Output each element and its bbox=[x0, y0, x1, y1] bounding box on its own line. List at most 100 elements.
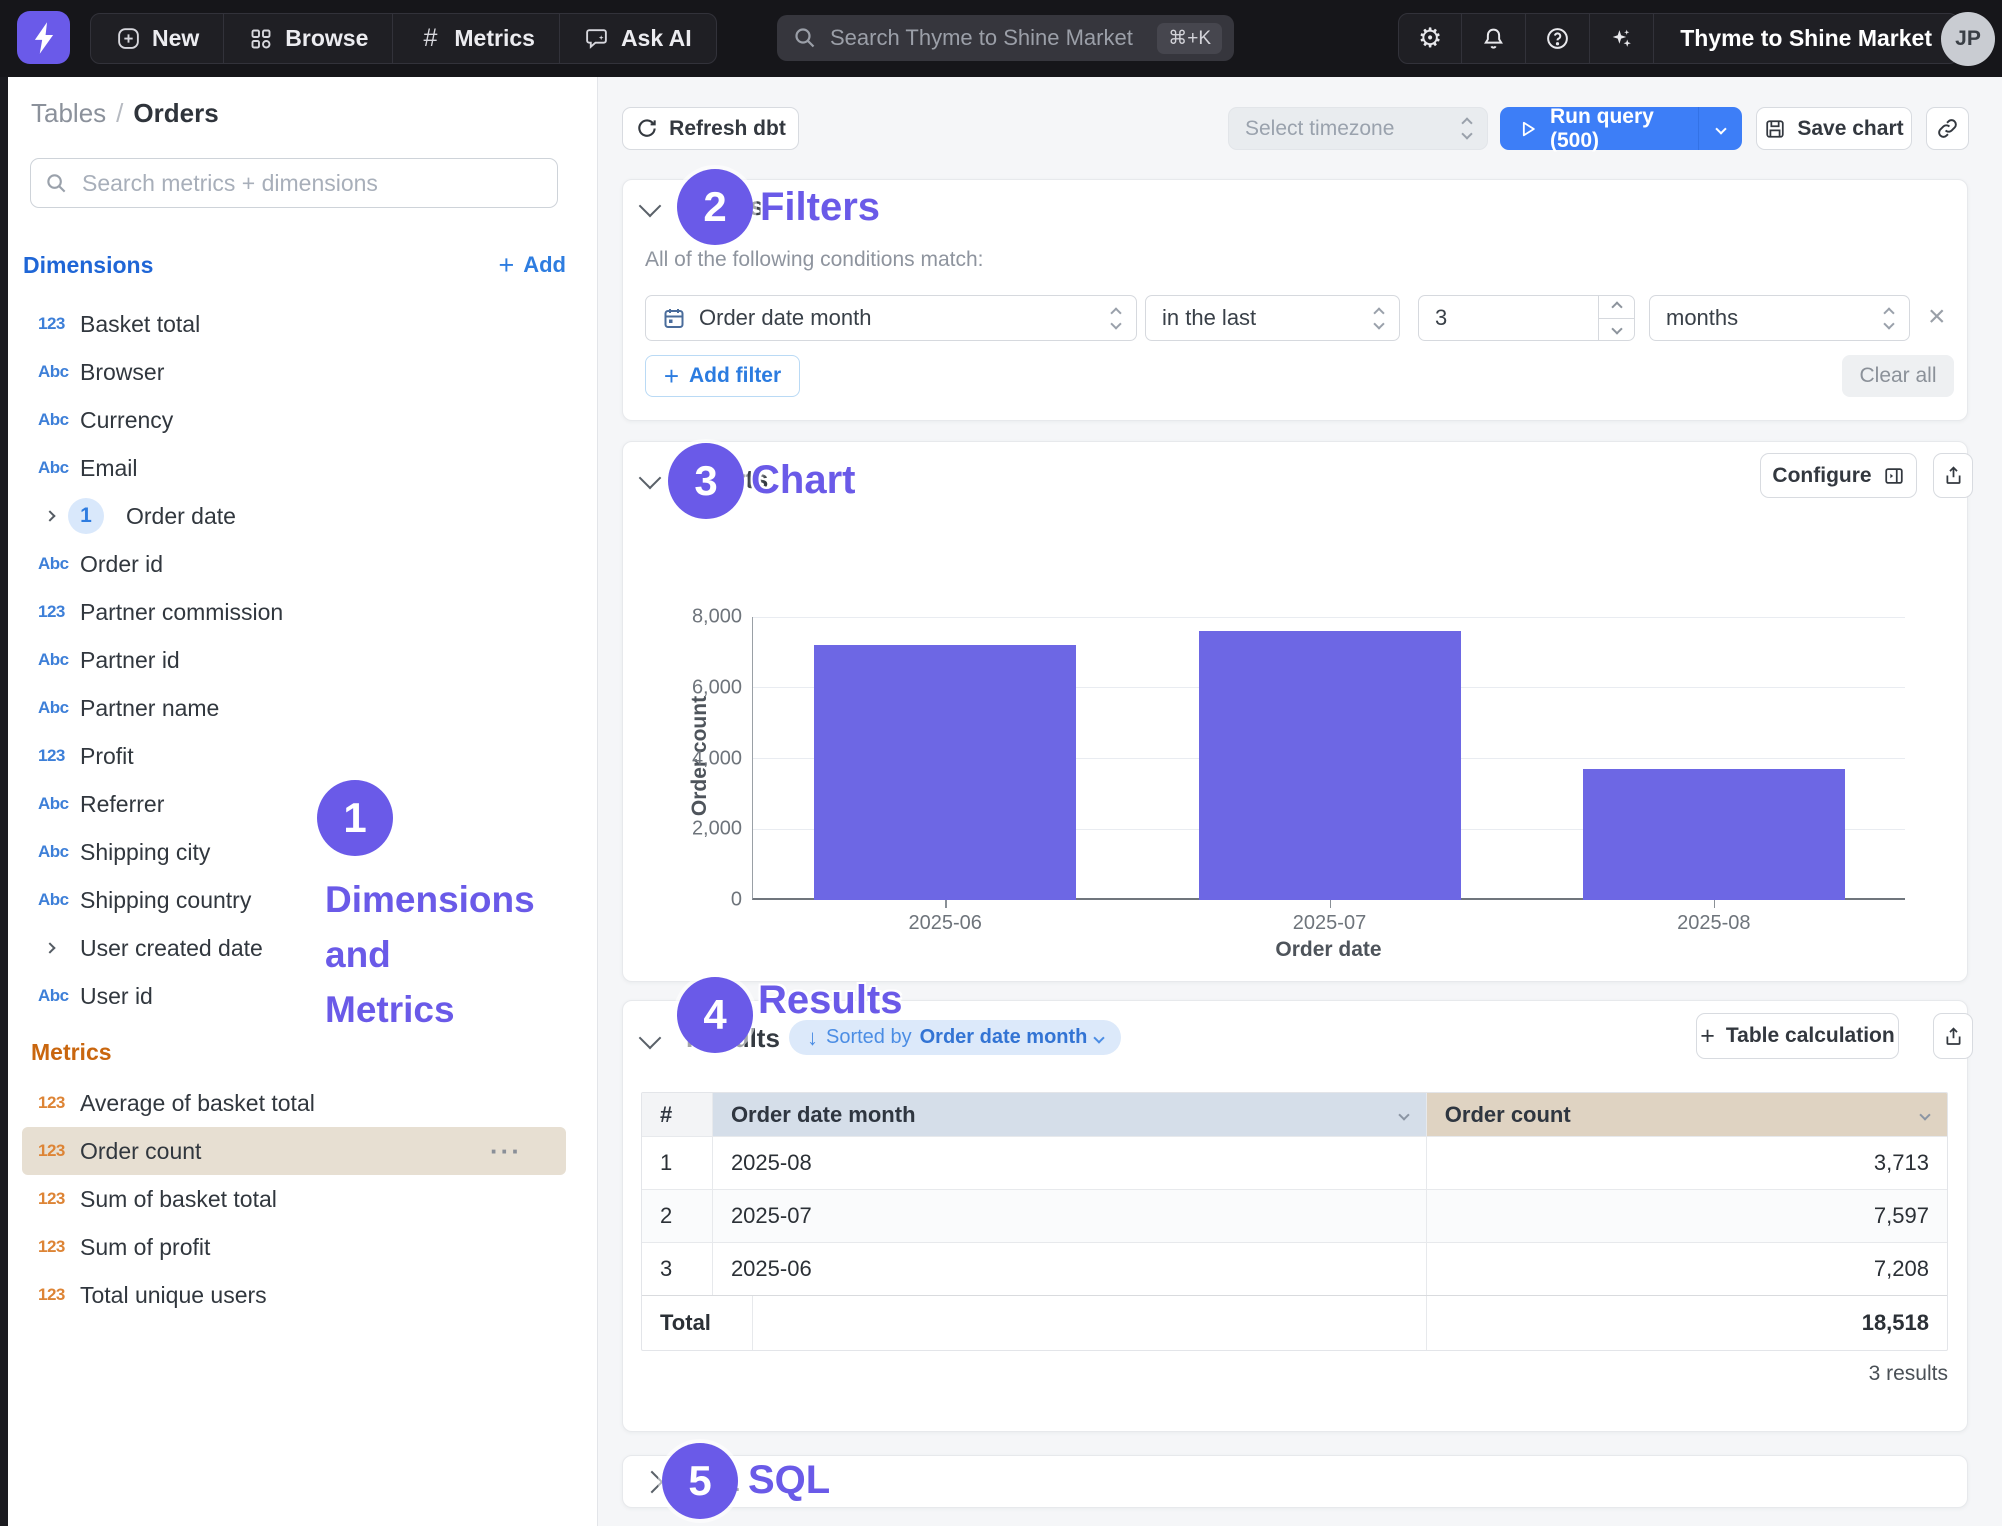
stepper-down-icon[interactable] bbox=[1599, 319, 1634, 341]
filter-value-input[interactable]: 3 bbox=[1418, 295, 1635, 341]
user-avatar[interactable]: JP bbox=[1941, 12, 1995, 66]
month-cell[interactable]: 2025-08 bbox=[712, 1137, 1426, 1189]
field-label: Sum of basket total bbox=[80, 1186, 277, 1213]
sidebar-item-user-created-date[interactable]: User created date bbox=[22, 924, 566, 972]
sidebar-item-sum-of-profit[interactable]: 123Sum of profit bbox=[22, 1223, 566, 1271]
sidebar-item-browser[interactable]: AbcBrowser bbox=[22, 348, 566, 396]
settings-button[interactable]: ⚙ bbox=[1399, 14, 1462, 63]
string-type-icon: Abc bbox=[38, 986, 80, 1006]
sidebar-item-partner-name[interactable]: AbcPartner name bbox=[22, 684, 566, 732]
chevron-right-icon[interactable] bbox=[44, 942, 55, 953]
table-row: 22025-077,597 bbox=[642, 1189, 1947, 1242]
sql-section-title: SQL bbox=[686, 1467, 739, 1498]
x-tick-label: 2025-08 bbox=[1677, 912, 1750, 935]
sorted-by-field: Order date month bbox=[920, 1026, 1088, 1049]
y-tick-label: 4,000 bbox=[692, 747, 742, 770]
field-menu-button[interactable]: ··· bbox=[490, 1136, 522, 1167]
plus-icon: + bbox=[664, 361, 679, 392]
add-filter-button[interactable]: + Add filter bbox=[645, 355, 800, 397]
field-label: Order id bbox=[80, 551, 163, 578]
table-calculation-label: Table calculation bbox=[1726, 1024, 1895, 1048]
filter-unit-select[interactable]: months bbox=[1649, 295, 1910, 341]
number-stepper[interactable] bbox=[1598, 296, 1634, 340]
month-cell[interactable]: 2025-07 bbox=[712, 1190, 1426, 1242]
org-switcher[interactable]: Thyme to Shine Market bbox=[1654, 14, 1958, 63]
refresh-dbt-button[interactable]: Refresh dbt bbox=[622, 107, 799, 150]
bar-2025-06[interactable] bbox=[814, 645, 1076, 900]
x-tick-mark bbox=[945, 900, 947, 908]
nav-metrics-button[interactable]: # Metrics bbox=[393, 14, 560, 63]
chevron-down-icon[interactable] bbox=[1398, 1109, 1409, 1120]
nav-new-button[interactable]: New bbox=[91, 14, 224, 63]
export-results-button[interactable] bbox=[1933, 1013, 1973, 1059]
save-chart-button[interactable]: Save chart bbox=[1756, 107, 1912, 150]
y-tick-label: 2,000 bbox=[692, 818, 742, 841]
add-dimension-button[interactable]: + Add bbox=[498, 252, 566, 279]
sidebar-item-shipping-country[interactable]: AbcShipping country bbox=[22, 876, 566, 924]
string-type-icon: Abc bbox=[38, 458, 80, 478]
breadcrumb-tables-link[interactable]: Tables bbox=[31, 98, 106, 128]
bell-icon bbox=[1481, 26, 1506, 51]
sidebar-item-order-id[interactable]: AbcOrder id bbox=[22, 540, 566, 588]
count-cell[interactable]: 7,208 bbox=[1426, 1243, 1947, 1295]
sidebar-item-user-id[interactable]: AbcUser id bbox=[22, 972, 566, 1020]
global-search[interactable]: Search Thyme to Shine Market ⌘+K bbox=[777, 15, 1234, 61]
notifications-button[interactable] bbox=[1462, 14, 1526, 63]
chevron-right-icon[interactable] bbox=[44, 510, 55, 521]
sidebar-item-referrer[interactable]: AbcReferrer bbox=[22, 780, 566, 828]
table-calculation-button[interactable]: + Table calculation bbox=[1696, 1013, 1899, 1059]
filter-operator-select[interactable]: in the last bbox=[1145, 295, 1400, 341]
bar-2025-07[interactable] bbox=[1199, 631, 1461, 900]
sidebar-item-total-unique-users[interactable]: 123Total unique users bbox=[22, 1271, 566, 1319]
sidebar-search-input[interactable] bbox=[80, 169, 543, 198]
sidebar-item-sum-of-basket-total[interactable]: 123Sum of basket total bbox=[22, 1175, 566, 1223]
run-query-dropdown[interactable] bbox=[1698, 107, 1742, 150]
sidebar-item-order-count[interactable]: 123Order count··· bbox=[22, 1127, 566, 1175]
table-total-row: Total18,518 bbox=[642, 1295, 1947, 1350]
table-row: 12025-083,713 bbox=[642, 1136, 1947, 1189]
x-tick-mark bbox=[1330, 900, 1332, 908]
column-header-order-date-month[interactable]: Order date month bbox=[712, 1093, 1426, 1136]
app-logo[interactable] bbox=[17, 11, 70, 64]
configure-chart-button[interactable]: Configure bbox=[1760, 453, 1917, 498]
field-label: Partner name bbox=[80, 695, 219, 722]
sidebar-item-email[interactable]: AbcEmail bbox=[22, 444, 566, 492]
sidebar-item-order-date[interactable]: 1Order date bbox=[22, 492, 566, 540]
bar-2025-08[interactable] bbox=[1583, 769, 1845, 900]
dimensions-header-row: Dimensions + Add bbox=[23, 248, 566, 282]
sidebar-item-profit[interactable]: 123Profit bbox=[22, 732, 566, 780]
field-label: Total unique users bbox=[80, 1282, 267, 1309]
sidebar-item-partner-commission[interactable]: 123Partner commission bbox=[22, 588, 566, 636]
count-cell[interactable]: 7,597 bbox=[1426, 1190, 1947, 1242]
filter-field-select[interactable]: Order date month bbox=[645, 295, 1137, 341]
ai-sparkles-button[interactable] bbox=[1590, 14, 1654, 63]
timezone-select[interactable]: Select timezone bbox=[1228, 107, 1488, 150]
refresh-icon bbox=[635, 117, 658, 140]
count-cell[interactable]: 3,713 bbox=[1426, 1137, 1947, 1189]
nav-new-label: New bbox=[152, 25, 199, 52]
sidebar-item-partner-id[interactable]: AbcPartner id bbox=[22, 636, 566, 684]
nav-browse-button[interactable]: Browse bbox=[224, 14, 393, 63]
y-tick-label: 8,000 bbox=[692, 606, 742, 629]
clear-all-button[interactable]: Clear all bbox=[1842, 355, 1954, 397]
share-link-button[interactable] bbox=[1926, 107, 1969, 150]
chevron-down-icon[interactable] bbox=[1919, 1109, 1930, 1120]
sorted-by-pill[interactable]: ↓ Sorted by Order date month bbox=[789, 1020, 1121, 1055]
export-chart-button[interactable] bbox=[1933, 453, 1973, 498]
sidebar-item-shipping-city[interactable]: AbcShipping city bbox=[22, 828, 566, 876]
stepper-up-icon[interactable] bbox=[1599, 296, 1634, 319]
export-icon bbox=[1943, 1026, 1964, 1047]
navbar-right-group: ⚙ Thyme to Shine Market bbox=[1398, 13, 1959, 64]
sidebar-item-average-of-basket-total[interactable]: 123Average of basket total bbox=[22, 1079, 566, 1127]
sidebar-item-currency[interactable]: AbcCurrency bbox=[22, 396, 566, 444]
help-button[interactable] bbox=[1526, 14, 1590, 63]
sidebar-item-basket-total[interactable]: 123Basket total bbox=[22, 300, 566, 348]
remove-filter-button[interactable]: × bbox=[1928, 302, 1946, 332]
number-type-icon: 123 bbox=[38, 1237, 80, 1257]
results-section-title: Results bbox=[686, 1023, 780, 1054]
column-header-index[interactable]: # bbox=[642, 1093, 712, 1136]
column-header-order-count[interactable]: Order count bbox=[1426, 1093, 1947, 1136]
month-cell[interactable]: 2025-06 bbox=[712, 1243, 1426, 1295]
run-query-button[interactable]: Run query (500) bbox=[1500, 107, 1742, 150]
nav-ask-ai-button[interactable]: Ask AI bbox=[560, 14, 716, 63]
